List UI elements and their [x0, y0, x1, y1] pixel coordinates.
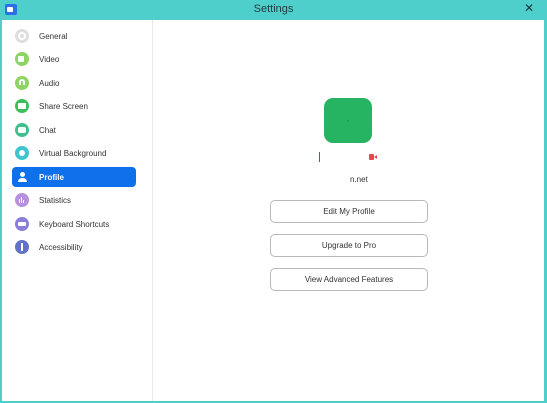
sidebar-item-keyboard-shortcuts[interactable]: Keyboard Shortcuts — [12, 214, 136, 234]
title-bar: Settings ✕ — [0, 0, 547, 20]
sidebar-item-label: Audio — [39, 78, 60, 88]
sidebar-item-label: Video — [39, 54, 60, 64]
sidebar-item-virtual-background[interactable]: Virtual Background — [12, 143, 136, 163]
gear-icon — [15, 29, 29, 43]
settings-window: Settings ✕ General Video Audio Share Scr… — [0, 0, 547, 403]
sidebar-item-label: Statistics — [39, 195, 72, 205]
sidebar-item-accessibility[interactable]: Accessibility — [12, 237, 136, 257]
sidebar-item-video[interactable]: Video — [12, 49, 136, 69]
keyboard-icon — [15, 217, 29, 231]
window-title: Settings — [253, 3, 294, 15]
close-button[interactable]: ✕ — [521, 0, 537, 16]
sidebar-item-statistics[interactable]: Statistics — [12, 190, 136, 210]
profile-email: n.net — [350, 175, 368, 184]
view-advanced-features-button[interactable]: View Advanced Features — [270, 268, 428, 291]
sidebar-item-label: Share Screen — [39, 101, 88, 111]
sidebar-item-label: Keyboard Shortcuts — [39, 219, 110, 229]
settings-sidebar: General Video Audio Share Screen Chat Vi… — [2, 20, 153, 401]
sidebar-item-label: Chat — [39, 125, 56, 135]
sidebar-item-share-screen[interactable]: Share Screen — [12, 96, 136, 116]
edit-profile-button[interactable]: Edit My Profile — [270, 200, 428, 223]
upgrade-to-pro-button[interactable]: Upgrade to Pro — [270, 234, 428, 257]
sidebar-item-general[interactable]: General — [12, 26, 136, 46]
share-screen-icon — [15, 99, 29, 113]
sidebar-item-audio[interactable]: Audio — [12, 73, 136, 93]
avatar-dot — [347, 120, 349, 122]
video-camera-icon — [369, 154, 377, 160]
person-icon — [15, 170, 29, 184]
video-icon — [15, 52, 29, 66]
avatar[interactable] — [324, 98, 372, 143]
chat-icon — [15, 123, 29, 137]
profile-panel: n.net Edit My Profile Upgrade to Pro Vie… — [154, 20, 544, 401]
virtual-background-icon — [15, 146, 29, 160]
bar-chart-icon — [15, 193, 29, 207]
sidebar-item-label: Virtual Background — [39, 148, 107, 158]
sidebar-item-label: General — [39, 31, 68, 41]
display-name-redacted — [319, 152, 320, 162]
sidebar-item-chat[interactable]: Chat — [12, 120, 136, 140]
close-icon: ✕ — [523, 1, 535, 15]
settings-content: General Video Audio Share Screen Chat Vi… — [2, 20, 544, 401]
accessibility-icon — [15, 240, 29, 254]
sidebar-item-profile[interactable]: Profile — [12, 167, 136, 187]
headphones-icon — [15, 76, 29, 90]
sidebar-item-label: Accessibility — [39, 242, 83, 252]
sidebar-item-label: Profile — [39, 172, 64, 182]
